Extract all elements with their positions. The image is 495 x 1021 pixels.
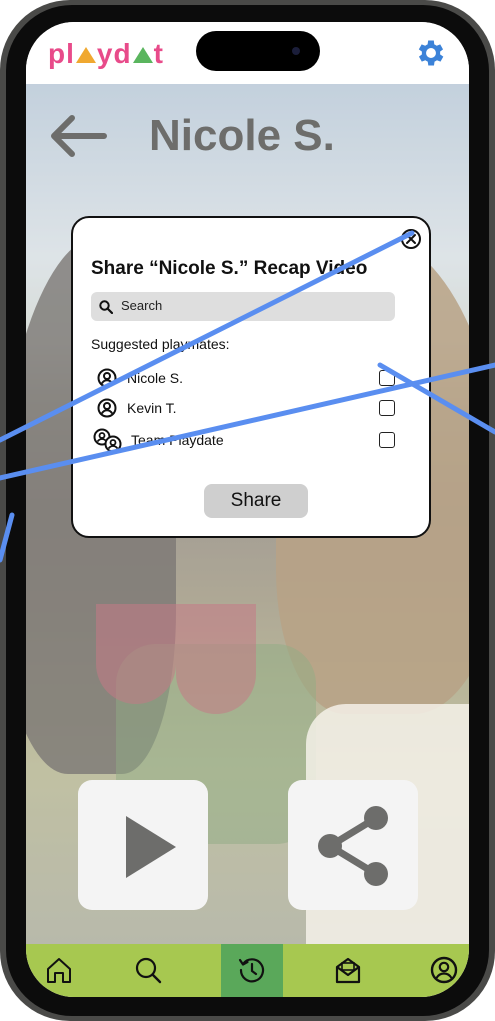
annotation-lines (0, 230, 495, 563)
